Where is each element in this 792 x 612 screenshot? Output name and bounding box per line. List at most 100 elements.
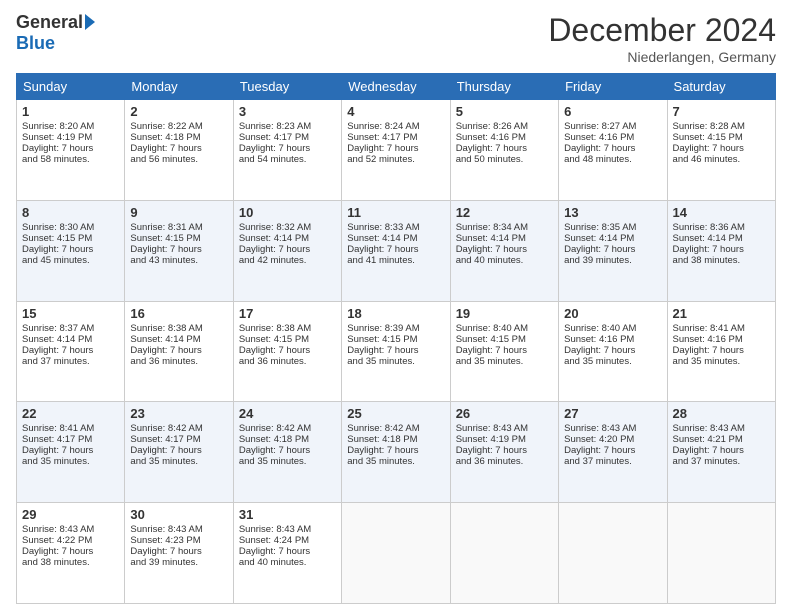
cell-text-line: and 35 minutes. <box>564 356 661 367</box>
col-wednesday: Wednesday <box>342 74 450 100</box>
cell-text-line: Sunset: 4:17 PM <box>347 132 444 143</box>
day-number: 26 <box>456 406 553 421</box>
table-row: 6Sunrise: 8:27 AMSunset: 4:16 PMDaylight… <box>559 100 667 201</box>
cell-text-line: Sunrise: 8:35 AM <box>564 222 661 233</box>
table-row: 11Sunrise: 8:33 AMSunset: 4:14 PMDayligh… <box>342 200 450 301</box>
cell-text-line: Daylight: 7 hours <box>239 445 336 456</box>
cell-text-line: and 56 minutes. <box>130 154 227 165</box>
cell-text-line: Daylight: 7 hours <box>456 244 553 255</box>
header-row: Sunday Monday Tuesday Wednesday Thursday… <box>17 74 776 100</box>
cell-text-line: Sunset: 4:15 PM <box>130 233 227 244</box>
cell-text-line: Sunset: 4:23 PM <box>130 535 227 546</box>
day-number: 7 <box>673 104 770 119</box>
day-number: 12 <box>456 205 553 220</box>
day-number: 5 <box>456 104 553 119</box>
cell-text-line: Sunset: 4:15 PM <box>239 334 336 345</box>
cell-text-line: Sunset: 4:14 PM <box>130 334 227 345</box>
col-thursday: Thursday <box>450 74 558 100</box>
cell-text-line: Sunset: 4:14 PM <box>564 233 661 244</box>
cell-text-line: and 35 minutes. <box>347 356 444 367</box>
col-tuesday: Tuesday <box>233 74 341 100</box>
table-row: 4Sunrise: 8:24 AMSunset: 4:17 PMDaylight… <box>342 100 450 201</box>
day-number: 31 <box>239 507 336 522</box>
cell-text-line: and 35 minutes. <box>673 356 770 367</box>
day-number: 25 <box>347 406 444 421</box>
day-number: 20 <box>564 306 661 321</box>
cell-text-line: Sunrise: 8:23 AM <box>239 121 336 132</box>
day-number: 30 <box>130 507 227 522</box>
day-number: 15 <box>22 306 119 321</box>
cell-text-line: Sunrise: 8:27 AM <box>564 121 661 132</box>
logo-arrow-icon <box>85 14 95 30</box>
day-number: 14 <box>673 205 770 220</box>
cell-text-line: Sunrise: 8:37 AM <box>22 323 119 334</box>
day-number: 6 <box>564 104 661 119</box>
cell-text-line: Daylight: 7 hours <box>673 445 770 456</box>
logo-blue-text: Blue <box>16 33 55 54</box>
cell-text-line: Daylight: 7 hours <box>564 345 661 356</box>
cell-text-line: and 36 minutes. <box>130 356 227 367</box>
cell-text-line: and 58 minutes. <box>22 154 119 165</box>
calendar-week-row: 22Sunrise: 8:41 AMSunset: 4:17 PMDayligh… <box>17 402 776 503</box>
cell-text-line: Daylight: 7 hours <box>22 143 119 154</box>
cell-text-line: and 35 minutes. <box>347 456 444 467</box>
cell-text-line: Daylight: 7 hours <box>130 546 227 557</box>
table-row <box>667 503 775 604</box>
table-row: 13Sunrise: 8:35 AMSunset: 4:14 PMDayligh… <box>559 200 667 301</box>
table-row: 27Sunrise: 8:43 AMSunset: 4:20 PMDayligh… <box>559 402 667 503</box>
cell-text-line: Sunrise: 8:43 AM <box>239 524 336 535</box>
day-number: 21 <box>673 306 770 321</box>
cell-text-line: Sunrise: 8:43 AM <box>456 423 553 434</box>
day-number: 3 <box>239 104 336 119</box>
cell-text-line: Sunrise: 8:43 AM <box>130 524 227 535</box>
cell-text-line: Daylight: 7 hours <box>673 244 770 255</box>
cell-text-line: Sunrise: 8:39 AM <box>347 323 444 334</box>
cell-text-line: Sunrise: 8:42 AM <box>239 423 336 434</box>
cell-text-line: and 43 minutes. <box>130 255 227 266</box>
cell-text-line: Sunset: 4:22 PM <box>22 535 119 546</box>
table-row: 21Sunrise: 8:41 AMSunset: 4:16 PMDayligh… <box>667 301 775 402</box>
table-row: 30 Sunrise: 8:43 AMSunset: 4:23 PMDayligh… <box>125 503 233 604</box>
table-row: 29Sunrise: 8:43 AMSunset: 4:22 PMDayligh… <box>17 503 125 604</box>
cell-text-line: Daylight: 7 hours <box>130 143 227 154</box>
table-row <box>342 503 450 604</box>
cell-text-line: Sunset: 4:14 PM <box>456 233 553 244</box>
cell-text-line: Daylight: 7 hours <box>22 244 119 255</box>
cell-text-line: Sunset: 4:15 PM <box>456 334 553 345</box>
cell-text-line: Sunrise: 8:22 AM <box>130 121 227 132</box>
cell-text-line: and 35 minutes. <box>22 456 119 467</box>
col-saturday: Saturday <box>667 74 775 100</box>
cell-text-line: Daylight: 7 hours <box>130 244 227 255</box>
day-number: 19 <box>456 306 553 321</box>
cell-text-line: and 46 minutes. <box>673 154 770 165</box>
cell-text-line: Sunset: 4:17 PM <box>239 132 336 143</box>
day-number: 1 <box>22 104 119 119</box>
table-row: 22Sunrise: 8:41 AMSunset: 4:17 PMDayligh… <box>17 402 125 503</box>
table-row: 10Sunrise: 8:32 AMSunset: 4:14 PMDayligh… <box>233 200 341 301</box>
day-number: 10 <box>239 205 336 220</box>
day-number: 22 <box>22 406 119 421</box>
cell-text-line: and 52 minutes. <box>347 154 444 165</box>
cell-text-line: Daylight: 7 hours <box>347 345 444 356</box>
cell-text-line: Sunrise: 8:26 AM <box>456 121 553 132</box>
cell-text-line: Daylight: 7 hours <box>456 143 553 154</box>
table-row <box>450 503 558 604</box>
cell-text-line: Sunset: 4:16 PM <box>673 334 770 345</box>
day-number: 18 <box>347 306 444 321</box>
day-number: 2 <box>130 104 227 119</box>
cell-text-line: Sunrise: 8:42 AM <box>130 423 227 434</box>
table-row: 14Sunrise: 8:36 AMSunset: 4:14 PMDayligh… <box>667 200 775 301</box>
cell-text-line: Sunset: 4:15 PM <box>673 132 770 143</box>
calendar-week-row: 1Sunrise: 8:20 AMSunset: 4:19 PMDaylight… <box>17 100 776 201</box>
table-row: 16Sunrise: 8:38 AMSunset: 4:14 PMDayligh… <box>125 301 233 402</box>
cell-text-line: Sunset: 4:17 PM <box>130 434 227 445</box>
cell-text-line: Sunrise: 8:43 AM <box>22 524 119 535</box>
cell-text-line: and 39 minutes. <box>564 255 661 266</box>
cell-text-line: Sunrise: 8:42 AM <box>347 423 444 434</box>
table-row: 9Sunrise: 8:31 AMSunset: 4:15 PMDaylight… <box>125 200 233 301</box>
cell-text-line: Sunset: 4:15 PM <box>347 334 444 345</box>
table-row: 8Sunrise: 8:30 AMSunset: 4:15 PMDaylight… <box>17 200 125 301</box>
cell-text-line: and 36 minutes. <box>239 356 336 367</box>
title-area: December 2024 Niederlangen, Germany <box>548 12 776 65</box>
table-row: 23Sunrise: 8:42 AMSunset: 4:17 PMDayligh… <box>125 402 233 503</box>
